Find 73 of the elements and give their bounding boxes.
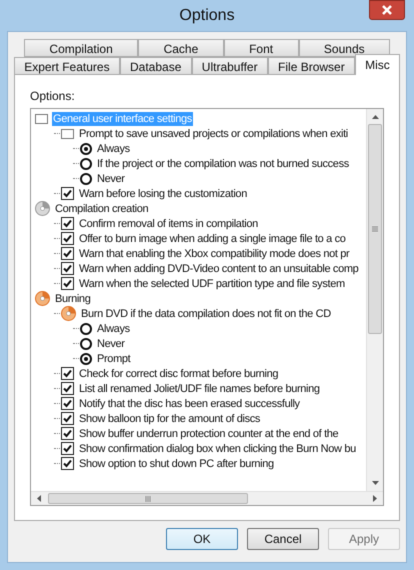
tree-item-label[interactable]: Show confirmation dialog box when clicking the Burn Now bu: [78, 442, 357, 456]
tree-item-label[interactable]: Confirm removal of items in compilation: [78, 216, 259, 230]
tab[interactable]: Expert Features: [14, 57, 120, 75]
radio-button[interactable]: [80, 352, 92, 364]
checkbox[interactable]: [61, 262, 74, 275]
grip-icon: [145, 496, 151, 502]
checkbox[interactable]: [61, 232, 74, 245]
close-button[interactable]: [369, 0, 405, 20]
checkbox[interactable]: [61, 187, 74, 200]
scrollbar-thumb[interactable]: [368, 124, 382, 334]
radio-button[interactable]: [80, 142, 92, 154]
dialog-button[interactable]: OK: [166, 528, 238, 550]
radio-button[interactable]: [80, 158, 92, 170]
tree-item-label[interactable]: If the project or the compilation was not burned success: [96, 156, 350, 170]
checkbox[interactable]: [61, 217, 74, 230]
scroll-right-icon: [373, 495, 377, 502]
tree-item-label[interactable]: Notify that the disc has been erased successfully: [78, 396, 301, 410]
scroll-left-icon: [37, 495, 41, 502]
options-tree[interactable]: [30, 108, 384, 506]
radio-button[interactable]: [80, 172, 92, 184]
tree-item-label[interactable]: Burn DVD if the data compilation does not fit on the CD: [80, 306, 332, 320]
grip-icon: [372, 226, 378, 232]
tab[interactable]: Sounds: [298, 39, 390, 57]
tree-item-label[interactable]: Show buffer underrun protection counter at the end of the: [78, 426, 340, 440]
checkbox[interactable]: [61, 367, 74, 380]
options-label: Options:: [30, 88, 76, 105]
tree-item-label[interactable]: Burning: [54, 292, 92, 306]
dialog-button[interactable]: Cancel: [247, 528, 319, 550]
scrollbar-thumb[interactable]: [48, 493, 248, 504]
scroll-down-icon: [372, 481, 378, 485]
checkbox[interactable]: [61, 457, 74, 470]
tree-item-label[interactable]: Always: [96, 142, 131, 156]
tree-item-label[interactable]: List all renamed Joliet/UDF file names before burning: [78, 382, 321, 396]
tree-item-label[interactable]: Offer to burn image when adding a single image file to a co: [78, 232, 347, 246]
tree-item-label[interactable]: Show option to shut down PC after burning: [78, 456, 275, 470]
window-title: Options: [179, 6, 235, 26]
checkbox[interactable]: [61, 277, 74, 290]
tab[interactable]: File Browser: [268, 57, 355, 75]
checkbox[interactable]: [61, 442, 74, 455]
square-icon: [61, 128, 74, 138]
radio-button[interactable]: [80, 338, 92, 350]
checkbox[interactable]: [61, 427, 74, 440]
tree-item-label[interactable]: Never: [96, 172, 126, 186]
tree-item-label[interactable]: Check for correct disc format before burning: [78, 366, 280, 380]
tree-item-label[interactable]: Compilation creation: [54, 202, 150, 216]
tree-item-label[interactable]: Always: [96, 322, 131, 336]
tree-item-label[interactable]: Warn that enabling the Xbox compatibility mode does not pr: [78, 246, 350, 260]
tree-item-label[interactable]: Warn when adding DVD-Video content to an unsuitable comp: [78, 262, 360, 276]
tab[interactable]: Misc: [354, 54, 400, 75]
tab[interactable]: Database: [120, 57, 192, 75]
radio-button[interactable]: [80, 322, 92, 334]
tab[interactable]: Compilation: [24, 39, 138, 57]
tree-item-label[interactable]: Prompt: [96, 352, 132, 366]
disc-icon: [35, 291, 50, 306]
horizontal-scrollbar[interactable]: [31, 491, 383, 505]
vertical-scrollbar[interactable]: [366, 109, 383, 491]
checkbox[interactable]: [61, 247, 74, 260]
tree-item-label[interactable]: Prompt to save unsaved projects or compilations when exiti: [78, 126, 349, 140]
tab[interactable]: Ultrabuffer: [192, 57, 268, 75]
tab[interactable]: Cache: [138, 39, 224, 57]
tree-item-label[interactable]: Warn before losing the customization: [78, 186, 248, 200]
tree-item-label[interactable]: Show balloon tip for the amount of discs: [78, 412, 262, 426]
close-icon: [382, 5, 392, 15]
square-icon: [35, 114, 48, 124]
scroll-up-icon: [372, 115, 378, 119]
tree-item-label[interactable]: Warn when the selected UDF partition type and file system: [78, 276, 346, 290]
tree-item-label[interactable]: Never: [96, 336, 126, 350]
tab[interactable]: Font: [224, 39, 299, 57]
checkbox[interactable]: [61, 412, 74, 425]
disc-icon: [61, 306, 76, 321]
checkbox[interactable]: [61, 382, 74, 395]
checkbox[interactable]: [61, 397, 74, 410]
disc-icon: [35, 201, 50, 216]
